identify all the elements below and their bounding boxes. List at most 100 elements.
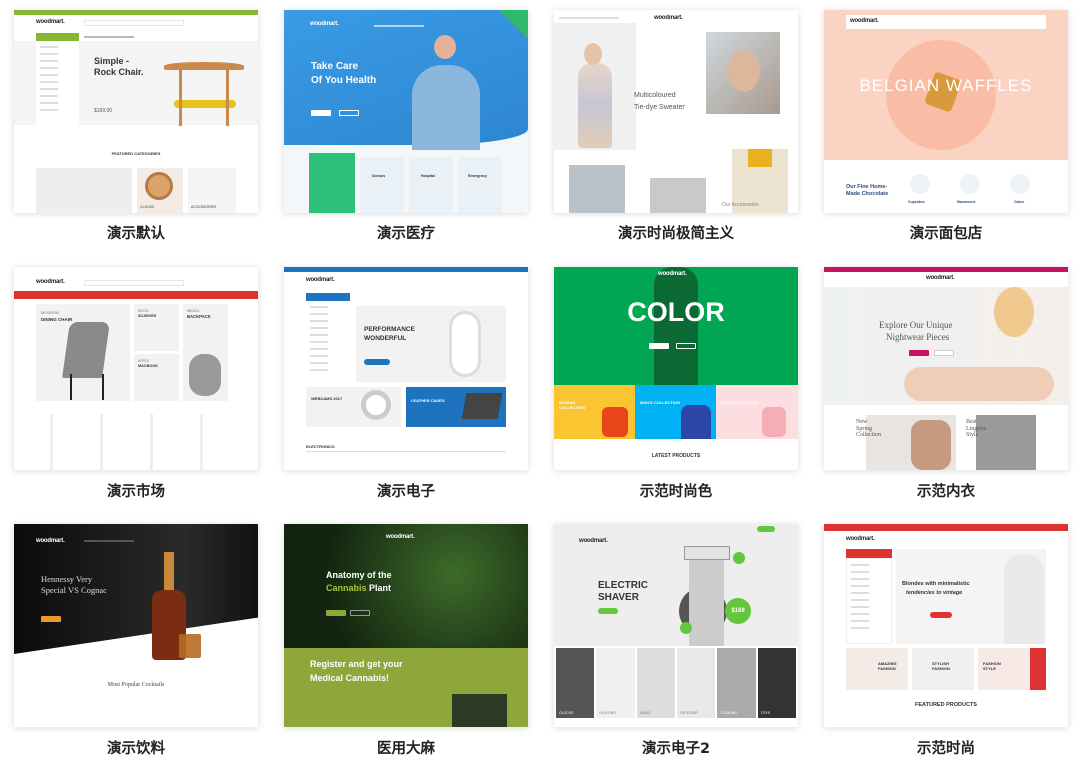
demo-card-cannabis[interactable]: woodmart. Anatomy of the Cannabis Plant … (284, 524, 528, 727)
demo-label[interactable]: 演示电子 (284, 480, 528, 501)
hero-button-outline (350, 610, 370, 616)
hero-button-outline (934, 350, 954, 356)
demo-card-bakery[interactable]: woodmart. BELGIAN WAFFLES Our Fine Home-… (824, 10, 1068, 213)
panel: Hospital (409, 157, 453, 213)
model-image (994, 287, 1034, 337)
icon-circle (960, 174, 980, 194)
chair-back (164, 62, 244, 70)
banner: WEBCAMS 2017 (306, 387, 401, 427)
hero-button (930, 612, 952, 618)
headline-1: Blondes with minimalistic (902, 581, 970, 587)
chair-leg (226, 70, 229, 126)
tile: ACCESSORIES (188, 168, 236, 213)
demo-card-lingerie[interactable]: woodmart. Explore Our Unique Nightwear P… (824, 267, 1068, 470)
corner-badge (499, 10, 528, 39)
category-sidebar (36, 41, 79, 125)
headline-1: Multicoloured (634, 92, 676, 99)
demo-card-medical[interactable]: woodmart. Take Care Of You Health Doctor… (284, 10, 528, 213)
demo-label[interactable]: 医用大麻 (284, 737, 528, 758)
headline-2: SHAVER (598, 592, 639, 603)
hero-button (311, 110, 331, 116)
top-bar (14, 10, 258, 15)
tile: AMAZING FASHION (846, 648, 908, 690)
tile: APPLE MACBOOK (134, 354, 179, 401)
tile: WOMAN COLLECTION (554, 385, 635, 439)
section-title: FEATURED PRODUCTS (915, 702, 977, 708)
demo-label[interactable]: 演示面包店 (824, 222, 1068, 243)
section-title: Our Accessories (722, 202, 759, 208)
section-title: FEATURED CATEGORIES (111, 151, 161, 156)
top-bar (824, 524, 1068, 531)
badge (757, 526, 775, 532)
item-label: Macaroons (957, 200, 976, 204)
logo: woodmart. (306, 277, 335, 283)
headline-1: Take Care (311, 61, 359, 72)
demo-card-fashion[interactable]: woodmart. Blondes with minimalistic tend… (824, 524, 1068, 727)
hero-button (649, 343, 669, 349)
header-bar: woodmart. (846, 15, 1046, 29)
bottle-neck (164, 552, 174, 592)
logo: woodmart. (36, 538, 65, 544)
image (569, 165, 625, 213)
product-image (452, 694, 507, 727)
demo-label[interactable]: 演示医疗 (284, 222, 528, 243)
panel: Doctors (360, 157, 404, 213)
demo-label[interactable]: 演示电子2 (554, 737, 798, 758)
demo-card-fashion-color[interactable]: woodmart. COLOR WOMAN COLLECTION MAN'S C… (554, 267, 798, 470)
nav-menu (84, 540, 134, 542)
headline-2: WONDERFUL (364, 335, 407, 342)
demo-label[interactable]: 演示默认 (14, 222, 258, 243)
image (706, 32, 780, 114)
banner: LEATHER CASES (406, 387, 506, 427)
logo: woodmart. (846, 536, 875, 542)
model-image (1004, 554, 1044, 644)
divider (306, 451, 506, 452)
working-hours (309, 153, 355, 213)
tile: STYLISH FASHION (912, 648, 974, 690)
top-bar (284, 267, 528, 272)
headline-2: Special VS Cognac (41, 585, 107, 595)
item-label: Cupcakes (908, 200, 925, 204)
subheadline-2: Made Chocolate (846, 191, 889, 197)
demo-label[interactable]: 演示时尚极简主义 (554, 222, 798, 243)
logo: woodmart. (310, 21, 339, 27)
glass (179, 634, 201, 658)
demo-label[interactable]: 示范时尚 (824, 737, 1068, 758)
demo-label[interactable]: 示范内衣 (824, 480, 1068, 501)
logo: woodmart. (579, 538, 608, 544)
search-input (84, 20, 184, 26)
image (554, 23, 636, 150)
logo: woodmart. (386, 534, 415, 540)
headline-2: Rock Chair. (94, 67, 144, 77)
price: $199.00 (94, 108, 113, 114)
hero-button (909, 350, 929, 356)
demo-card-electronics[interactable]: woodmart. PERFORMANCE WONDERFUL WEBCAMS … (284, 267, 528, 470)
nav-bar (14, 291, 258, 299)
category-list (36, 414, 236, 470)
demo-label[interactable]: 示范时尚色 (554, 480, 798, 501)
tile-text: Best Lingerie Style (966, 419, 987, 439)
tile: WOOL SCARVES (134, 304, 179, 351)
demo-card-marketplace[interactable]: woodmart. MODERN DINING CHAIR WOOL SCARVES… (14, 267, 258, 470)
hero-button-outline (676, 343, 696, 349)
subheadline-1: Our Fine Home- (846, 184, 888, 190)
demo-card-drinks[interactable]: woodmart. Hennessy Very Special VS Cogna… (14, 524, 258, 727)
nav-menu (559, 17, 619, 19)
hero-button (326, 610, 346, 616)
register-heading-2: Medical Cannabis! (310, 673, 390, 683)
demo-label[interactable]: 演示市场 (14, 480, 258, 501)
demo-card-minimalism[interactable]: woodmart. Multicoloured Tie-dye Sweater … (554, 10, 798, 213)
logo: woodmart. (926, 275, 955, 281)
tile: MAN'S COLLECTION (635, 385, 716, 439)
hero (356, 306, 506, 382)
headline-2: Cannabis Plant (326, 583, 392, 593)
tile: KIDS COLLECTION (716, 385, 798, 439)
demo-card-default[interactable]: woodmart. Simple - Rock Chair. $199.00 F… (14, 10, 258, 213)
panel: Emergency (458, 157, 502, 213)
headline-1: Anatomy of the (326, 570, 392, 580)
headline-1: Hennessy Very (41, 574, 93, 584)
demo-label[interactable]: 演示饮料 (14, 737, 258, 758)
chair-leg (179, 70, 182, 126)
demo-card-electronics-2[interactable]: woodmart. ELECTRIC SHAVER $169 CLOCKS LI… (554, 524, 798, 727)
categories-button (846, 549, 892, 558)
